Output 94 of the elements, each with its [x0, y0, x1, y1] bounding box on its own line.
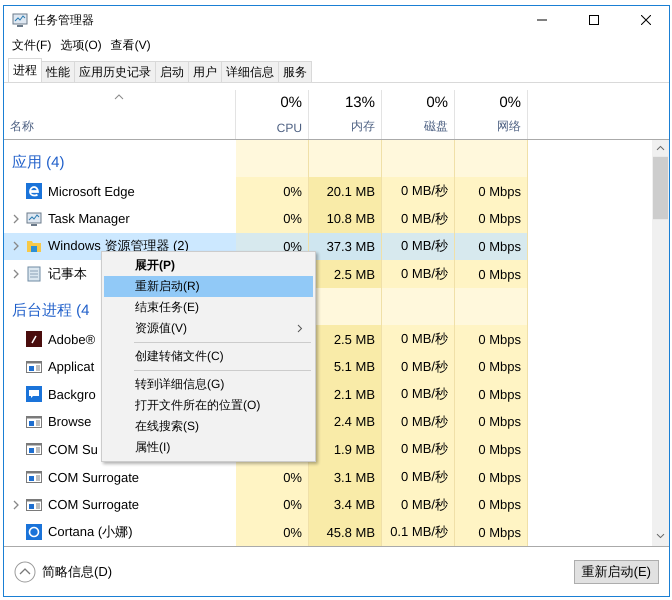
cpu-cell: 0%	[236, 205, 309, 233]
process-name: Adobe®	[48, 332, 96, 347]
cpu-cell: 0%	[236, 518, 309, 546]
column-header[interactable]: 网络	[497, 118, 521, 135]
network-cell: 0 Mbps	[455, 232, 528, 260]
folder-icon	[26, 238, 42, 254]
disk-cell: 0 MB/秒	[382, 177, 455, 206]
cpu-cell: 0%	[236, 463, 309, 491]
menu-item[interactable]: 文件(F)	[8, 36, 56, 54]
vertical-scrollbar[interactable]	[652, 140, 669, 546]
usage-percent: 0%	[280, 94, 302, 111]
process-name: 记事本	[48, 265, 87, 284]
window-title: 任务管理器	[34, 12, 95, 28]
process-name: COM Su	[48, 442, 98, 457]
tab[interactable]: 用户	[188, 61, 222, 82]
window-icon	[26, 469, 42, 486]
group-heading: 应用 (4)	[12, 153, 64, 172]
tab[interactable]: 进程	[8, 58, 42, 82]
column-header[interactable]: 内存	[351, 118, 375, 135]
restart-button[interactable]: 重新启动(E)	[574, 560, 659, 584]
disk-cell: 0 MB/秒	[382, 436, 455, 464]
cpu-cell: 0%	[236, 490, 309, 518]
group-heading: 后台进程 (4	[12, 301, 90, 320]
process-name: Backgro	[48, 386, 96, 402]
monitor-icon	[12, 12, 28, 28]
column-header[interactable]: CPU	[276, 121, 302, 135]
process-name: COM Surrogate	[48, 470, 140, 485]
adobe-icon	[26, 331, 42, 348]
cortana-icon	[26, 524, 42, 540]
memory-cell: 37.3 MB	[309, 232, 382, 260]
tab[interactable]: 服务	[278, 61, 312, 82]
window-icon	[26, 496, 42, 513]
window-icon	[26, 358, 42, 375]
expand-chevron-icon[interactable]	[12, 269, 20, 280]
usage-percent: 0%	[426, 94, 448, 111]
window-icon	[26, 441, 42, 458]
disk-cell: 0.1 MB/秒	[382, 518, 455, 546]
network-cell: 0 Mbps	[455, 436, 528, 464]
usage-percent: 13%	[344, 94, 375, 111]
disk-cell: 0 MB/秒	[382, 380, 455, 408]
memory-cell: 45.8 MB	[309, 518, 382, 546]
menu-option[interactable]: 结束任务(E)	[104, 297, 313, 318]
expand-chevron-icon[interactable]	[12, 214, 20, 224]
memory-cell: 20.1 MB	[309, 177, 382, 206]
network-cell: 0 Mbps	[455, 352, 528, 380]
usage-percent: 0%	[499, 94, 521, 111]
network-cell: 0 Mbps	[455, 325, 528, 353]
memory-cell: 3.1 MB	[309, 463, 382, 491]
process-name: COM Surrogate	[48, 497, 140, 512]
disk-cell: 0 MB/秒	[382, 232, 455, 260]
collapse-up-icon[interactable]	[14, 560, 36, 582]
maximize-icon	[589, 15, 599, 25]
notepad-icon	[26, 266, 42, 282]
disk-cell: 0 MB/秒	[382, 260, 455, 288]
tab[interactable]: 启动	[155, 61, 189, 82]
expand-chevron-icon[interactable]	[12, 500, 20, 510]
memory-cell: 10.8 MB	[309, 205, 382, 233]
expand-chevron-icon[interactable]	[12, 241, 20, 252]
disk-cell: 0 MB/秒	[382, 490, 455, 518]
network-cell: 0 Mbps	[455, 408, 528, 436]
network-cell: 0 Mbps	[455, 205, 528, 233]
window-icon	[26, 414, 42, 430]
disk-cell: 0 MB/秒	[382, 408, 455, 436]
disk-cell: 0 MB/秒	[382, 352, 455, 380]
chat-icon	[26, 386, 42, 402]
edge-icon	[26, 183, 42, 200]
process-name: Applicat	[48, 359, 94, 374]
menu-item[interactable]: 查看(V)	[106, 36, 156, 54]
network-cell: 0 Mbps	[455, 260, 528, 288]
sort-caret-icon	[114, 94, 124, 100]
network-cell: 0 Mbps	[455, 380, 528, 408]
column-header[interactable]: 名称	[10, 118, 235, 135]
close-icon	[641, 15, 651, 25]
menu-item[interactable]: 选项(O)	[56, 36, 107, 54]
cpu-cell: 0%	[236, 177, 309, 206]
process-name: Browse	[48, 414, 92, 430]
menu-option[interactable]: 重新启动(R)	[104, 276, 313, 297]
tab[interactable]: 性能	[41, 61, 75, 82]
monitor-icon	[26, 210, 42, 227]
process-name: Cortana (小娜)	[48, 523, 133, 542]
column-header[interactable]: 磁盘	[424, 118, 448, 135]
memory-cell: 3.4 MB	[309, 490, 382, 518]
disk-cell: 0 MB/秒	[382, 205, 455, 233]
tab[interactable]: 应用历史记录	[74, 61, 156, 82]
network-cell: 0 Mbps	[455, 490, 528, 518]
network-cell: 0 Mbps	[455, 518, 528, 546]
network-cell: 0 Mbps	[455, 177, 528, 206]
network-cell: 0 Mbps	[455, 463, 528, 491]
process-name: Task Manager	[48, 211, 130, 226]
disk-cell: 0 MB/秒	[382, 463, 455, 491]
fewer-details-link[interactable]: 简略信息(D)	[42, 562, 568, 580]
process-name: Microsoft Edge	[48, 184, 135, 199]
disk-cell: 0 MB/秒	[382, 325, 455, 353]
tab[interactable]: 详细信息	[221, 61, 279, 82]
